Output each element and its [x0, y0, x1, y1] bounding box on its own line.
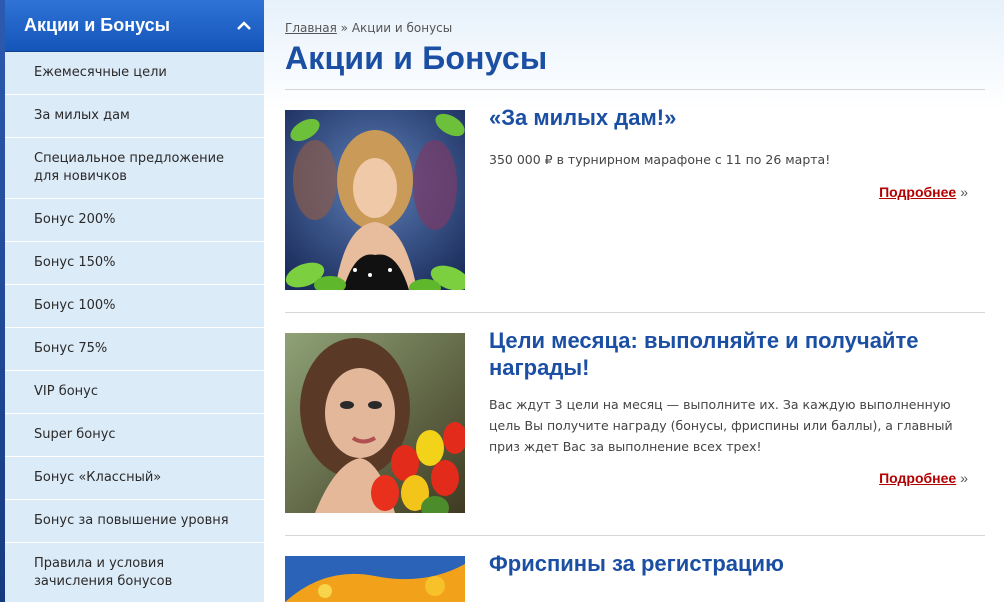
- sidebar-header-title: Акции и Бонусы: [24, 15, 171, 35]
- more-link[interactable]: Подробнее: [879, 184, 956, 200]
- sidebar-item-vip-bonus[interactable]: VIP бонус: [5, 371, 264, 414]
- breadcrumb-separator: »: [340, 21, 349, 35]
- promo-description: 350 000 ₽ в турнирном марафоне с 11 по 2…: [489, 152, 831, 167]
- sidebar-item-bonus-75[interactable]: Бонус 75%: [5, 328, 264, 371]
- chevron-up-icon[interactable]: [224, 0, 264, 52]
- divider: [285, 89, 985, 90]
- sidebar-item-label: Бонус 100%: [34, 298, 116, 313]
- more-link-container: Подробнее»: [879, 184, 968, 200]
- sidebar-item-bonus-150[interactable]: Бонус 150%: [5, 242, 264, 285]
- breadcrumb-home-link[interactable]: Главная: [285, 21, 337, 35]
- sidebar-item-classy-bonus[interactable]: Бонус «Классный»: [5, 457, 264, 500]
- sidebar: Акции и Бонусы Ежемесячные цели За милых…: [5, 0, 264, 602]
- sidebar-item-label: Бонус «Классный»: [34, 470, 162, 485]
- sidebar-item-super-bonus[interactable]: Super бонус: [5, 414, 264, 457]
- promo-image-ladies[interactable]: [285, 110, 465, 290]
- sidebar-header[interactable]: Акции и Бонусы: [5, 0, 264, 52]
- sidebar-item-newcomers-offer[interactable]: Специальное предложение для новичков: [5, 138, 264, 199]
- sidebar-item-label: Правила и условия зачисления бонусов: [34, 556, 173, 589]
- sidebar-item-label: Super бонус: [34, 427, 116, 442]
- sidebar-item-label: VIP бонус: [34, 384, 99, 399]
- promo-image-freespins[interactable]: [285, 556, 465, 602]
- sidebar-item-label: Бонус 75%: [34, 341, 108, 356]
- sidebar-item-level-up-bonus[interactable]: Бонус за повышение уровня: [5, 500, 264, 543]
- more-arrow: »: [960, 184, 968, 200]
- divider: [285, 312, 985, 313]
- sidebar-item-ladies[interactable]: За милых дам: [5, 95, 264, 138]
- sidebar-item-label: Бонус 150%: [34, 255, 116, 270]
- promo-title[interactable]: «За милых дам!»: [489, 104, 959, 131]
- promo-title[interactable]: Цели месяца: выполняйте и получайте нагр…: [489, 327, 959, 381]
- sidebar-item-label: Бонус за повышение уровня: [34, 513, 229, 528]
- breadcrumb-current: Акции и бонусы: [351, 21, 453, 35]
- promo-title[interactable]: Фриспины за регистрацию: [489, 550, 959, 577]
- sidebar-item-monthly-goals[interactable]: Ежемесячные цели: [5, 52, 264, 95]
- sidebar-item-label: За милых дам: [34, 108, 130, 123]
- sidebar-menu: Ежемесячные цели За милых дам Специально…: [5, 52, 264, 602]
- sidebar-item-label: Бонус 200%: [34, 212, 116, 227]
- sidebar-item-bonus-200[interactable]: Бонус 200%: [5, 199, 264, 242]
- page-title: Акции и Бонусы: [285, 40, 548, 76]
- sidebar-item-bonus-100[interactable]: Бонус 100%: [5, 285, 264, 328]
- more-link[interactable]: Подробнее: [879, 470, 956, 486]
- breadcrumb: Главная » Акции и бонусы: [285, 21, 452, 35]
- sidebar-item-label: Специальное предложение для новичков: [34, 151, 225, 184]
- promo-image-monthly-goals[interactable]: [285, 333, 465, 513]
- main-content: Главная » Акции и бонусы Акции и Бонусы: [264, 0, 1004, 602]
- sidebar-item-bonus-rules[interactable]: Правила и условия зачисления бонусов: [5, 543, 264, 602]
- more-arrow: »: [960, 470, 968, 486]
- sidebar-item-label: Ежемесячные цели: [34, 65, 167, 80]
- divider: [285, 535, 985, 536]
- promo-description: Вас ждут 3 цели на месяц — выполните их.…: [489, 397, 953, 454]
- more-link-container: Подробнее»: [879, 470, 968, 486]
